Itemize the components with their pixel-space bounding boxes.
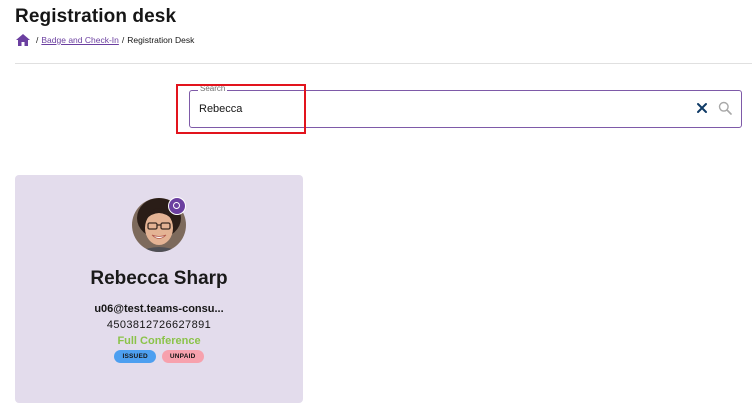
header-divider [15, 63, 752, 64]
status-badge-unpaid: UNPAID [161, 350, 204, 363]
page-title: Registration desk [15, 6, 177, 27]
breadcrumb-badge-check-in-link[interactable]: Badge and Check-In [41, 35, 119, 45]
attendee-name: Rebecca Sharp [90, 268, 228, 289]
status-badge-issued: ISSUED [114, 350, 156, 363]
breadcrumb: / Badge and Check-In / Registration Desk [16, 34, 194, 46]
ticket-type: Full Conference [117, 335, 201, 347]
home-icon[interactable] [16, 34, 30, 46]
status-indicator-icon [168, 197, 186, 215]
attendee-id: 4503812726627891 [106, 319, 212, 331]
breadcrumb-separator: / [121, 35, 125, 45]
search-icon[interactable] [718, 101, 732, 115]
breadcrumb-current: Registration Desk [127, 35, 195, 45]
attendee-card[interactable]: Rebecca Sharp u06@test.teams-consu... 45… [15, 175, 303, 403]
breadcrumb-separator: / [36, 35, 39, 45]
status-badges: ISSUED UNPAID [15, 350, 303, 363]
close-icon[interactable] [696, 102, 708, 114]
highlight-annotation [176, 84, 306, 134]
attendee-email: u06@test.teams-consu... [94, 303, 224, 315]
